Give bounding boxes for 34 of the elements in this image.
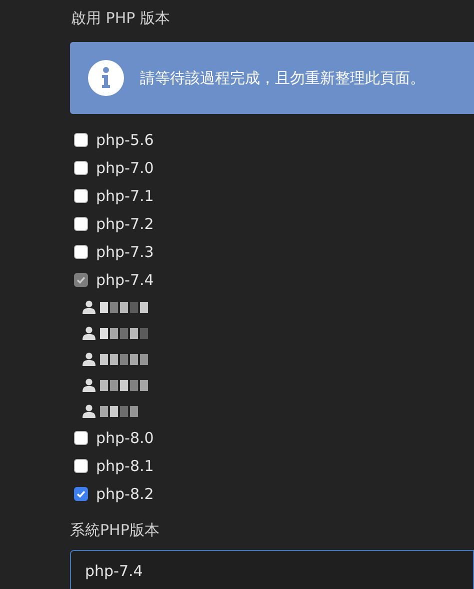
user-icon [82,378,96,392]
version-label: php-7.3 [96,243,154,261]
checkbox[interactable] [74,245,88,259]
version-label: php-8.1 [96,457,154,475]
user-icon [82,404,96,418]
checkbox[interactable] [74,189,88,203]
alert-text: 請等待該過程完成，且勿重新整理此頁面。 [140,68,425,88]
checkbox[interactable] [74,431,88,445]
redacted-name-drawing [100,354,148,364]
version-label: php-7.0 [96,159,154,177]
user-icon [82,300,96,314]
version-label: php-8.2 [96,485,154,503]
check-icon [76,489,86,499]
checkbox[interactable] [74,459,88,473]
redacted-name-drawing [100,328,148,338]
checkbox[interactable] [74,161,88,175]
user-icon [82,326,96,340]
input-field[interactable]: php-7.4 [70,550,474,589]
user-icon [82,352,96,366]
version-label: php-8.0 [96,429,154,447]
check-icon [76,275,86,285]
redacted-name-drawing [100,380,148,390]
version-label: php-7.2 [96,215,154,233]
version-label: php-7.1 [96,187,154,205]
info-icon [88,60,124,96]
version-label: php-7.4 [96,271,154,289]
checkbox[interactable] [74,133,88,147]
section-heading: 啟用 PHP 版本 [71,8,171,29]
field-label: 系統PHP版本 [70,520,160,541]
checkbox[interactable] [74,217,88,231]
redacted-name-drawing [100,406,138,416]
version-label: php-5.6 [96,131,154,149]
redacted-name-drawing [100,302,148,312]
checkbox[interactable] [74,487,88,501]
